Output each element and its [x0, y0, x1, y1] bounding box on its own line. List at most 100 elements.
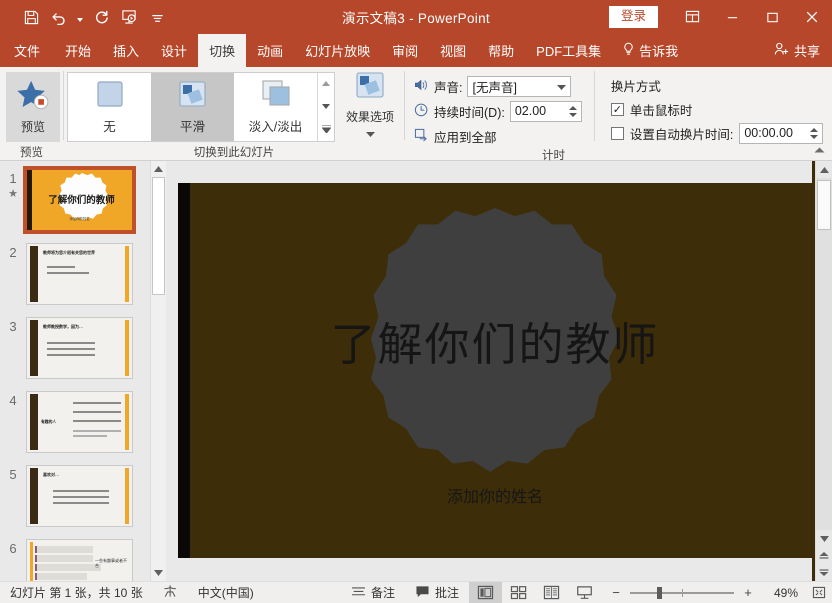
zoom-out-button[interactable]: − — [609, 585, 623, 600]
tab-file[interactable]: 文件 — [0, 34, 54, 67]
slide-thumbnail-2[interactable]: 2 教师将为您介绍有关您的世界 — [0, 243, 150, 307]
advance-after-input[interactable]: 00:00.00 — [739, 123, 823, 144]
slide-subtitle-placeholder[interactable]: 添加你的姓名 — [178, 483, 812, 507]
save-icon[interactable] — [18, 5, 44, 29]
tab-insert[interactable]: 插入 — [102, 34, 150, 67]
slide-thumb-frame-3[interactable]: 教师教授数学，因为… — [26, 317, 133, 379]
gallery-scrollbar[interactable] — [317, 73, 334, 141]
slide-thumbnail-3[interactable]: 3 教师教授数学，因为… — [0, 317, 150, 381]
stage-scroll-down-icon[interactable] — [816, 530, 832, 547]
view-reading-button[interactable] — [535, 582, 568, 603]
slide-thumb-frame-5[interactable]: 喜欢对… — [26, 465, 133, 527]
duration-input[interactable]: 02.00 — [510, 101, 582, 122]
stage-scroll-track[interactable] — [816, 178, 832, 530]
customize-qat-icon[interactable] — [144, 5, 170, 29]
tell-me-box[interactable]: 告诉我 — [612, 34, 688, 67]
duration-label: 持续时间(D): — [434, 102, 505, 121]
thumbnail-scroll-down-icon[interactable] — [151, 565, 166, 581]
on-mouse-click-checkbox[interactable]: ✓ — [611, 103, 624, 116]
tab-view[interactable]: 视图 — [429, 34, 477, 67]
status-bar: 幻灯片 第 1 张，共 10 张 中文(中国) 备注 批注 — [0, 581, 832, 603]
zoom-percent-label[interactable]: 49% — [762, 586, 798, 600]
thumbnail-pane-scrollbar[interactable] — [150, 161, 166, 581]
thumb2-right-bar — [125, 246, 129, 302]
gallery-scroll-up[interactable] — [318, 73, 334, 96]
slide-canvas[interactable]: 了解你们的教师 添加你的姓名 — [178, 183, 812, 558]
preview-button[interactable]: 预览 — [6, 72, 60, 142]
sound-select[interactable]: [无声音] — [467, 76, 571, 97]
transition-fade[interactable]: 淡入/淡出 — [234, 73, 317, 141]
view-slide-show-button[interactable] — [568, 582, 601, 603]
comment-bubble-icon — [415, 585, 430, 601]
slide-thumbnail-5[interactable]: 5 喜欢对… — [0, 465, 150, 529]
slide-number-5: 5 — [0, 465, 26, 482]
zoom-slider[interactable] — [630, 592, 734, 594]
tab-pdf-tools[interactable]: PDF工具集 — [525, 34, 612, 67]
gallery-scroll-down[interactable] — [318, 95, 334, 118]
next-slide-icon[interactable] — [816, 564, 832, 581]
ribbon-group-preview: 预览 预览 — [0, 67, 63, 160]
tab-animations[interactable]: 动画 — [246, 34, 294, 67]
tab-review[interactable]: 审阅 — [381, 34, 429, 67]
view-slide-sorter-button[interactable] — [502, 582, 535, 603]
minimize-button[interactable] — [712, 0, 752, 34]
apply-to-all-row[interactable]: 应用到全部 — [414, 125, 582, 147]
transition-morph[interactable]: 平滑 — [151, 73, 234, 141]
apply-all-icon — [414, 128, 429, 145]
timing-inner-divider — [594, 71, 595, 141]
language-indicator[interactable]: 中文(中国) — [188, 582, 264, 603]
slide-thumb-frame-6[interactable]: 一些有趣事或者不合 — [26, 539, 133, 581]
transition-morph-label: 平滑 — [180, 116, 205, 135]
tab-transitions[interactable]: 切换 — [198, 34, 246, 67]
share-button[interactable]: 共享 — [768, 34, 832, 67]
collapse-ribbon-button[interactable] — [813, 145, 826, 157]
thumbnail-scroll-thumb[interactable] — [152, 177, 165, 295]
redo-icon[interactable] — [88, 5, 114, 29]
ribbon-display-options-icon[interactable] — [672, 0, 712, 34]
thumb3-heading: 教师教授数学，因为… — [43, 324, 122, 330]
undo-icon[interactable] — [46, 5, 72, 29]
stage-scroll-thumb[interactable] — [817, 180, 831, 230]
sign-in-button[interactable]: 登录 — [609, 6, 658, 28]
start-slideshow-icon[interactable] — [116, 5, 142, 29]
zoom-in-button[interactable]: + — [741, 585, 755, 600]
slide-thumb-frame-2[interactable]: 教师将为您介绍有关您的世界 — [26, 243, 133, 305]
thumbnail-scroll-track[interactable] — [151, 177, 166, 565]
previous-slide-icon[interactable] — [816, 547, 832, 564]
slide-thumbnail-6[interactable]: 6 一些有趣事或者不合 — [0, 539, 150, 581]
stage-vertical-scrollbar[interactable] — [815, 161, 832, 581]
accessibility-checker-button[interactable] — [153, 582, 188, 603]
zoom-slider-handle[interactable] — [657, 587, 662, 599]
thumbnail-scroll-up-icon[interactable] — [151, 161, 166, 177]
slide-thumb-frame-1[interactable]: 了解你们的教师 添加你的姓名 — [26, 169, 133, 231]
on-mouse-click-row[interactable]: ✓ 单击鼠标时 — [611, 99, 823, 119]
zoom-control[interactable]: − + 49% — [601, 585, 806, 600]
slide-thumbnail-1[interactable]: 1 ★ 了解你们的教师 添加你的姓名 — [0, 169, 150, 233]
slide-thumbnail-4[interactable]: 4 有趣的人 — [0, 391, 150, 455]
tab-design[interactable]: 设计 — [150, 34, 198, 67]
advance-after-row[interactable]: 设置自动换片时间: 00:00.00 — [611, 123, 823, 143]
tab-home[interactable]: 开始 — [54, 34, 102, 67]
gallery-more-icon[interactable] — [318, 118, 334, 141]
fit-slide-to-window-button[interactable] — [806, 582, 832, 603]
notes-button[interactable]: 备注 — [341, 582, 405, 603]
maximize-button[interactable] — [752, 0, 792, 34]
accessibility-icon — [163, 584, 178, 601]
tab-slideshow[interactable]: 幻灯片放映 — [294, 34, 381, 67]
slide-editing-stage: 了解你们的教师 添加你的姓名 — [166, 161, 832, 581]
stage-scroll-up-icon[interactable] — [816, 161, 832, 178]
slide-counter[interactable]: 幻灯片 第 1 张，共 10 张 — [0, 582, 153, 603]
duration-spinner[interactable] — [569, 103, 579, 120]
close-button[interactable] — [792, 0, 832, 34]
advance-after-checkbox[interactable] — [611, 127, 624, 140]
transition-none[interactable]: 无 — [68, 73, 151, 141]
slide-thumb-frame-4[interactable]: 有趣的人 — [26, 391, 133, 453]
undo-dropdown-icon[interactable] — [74, 5, 86, 29]
tab-help[interactable]: 帮助 — [477, 34, 525, 67]
effect-options-button[interactable]: 效果选项 — [339, 72, 401, 142]
advance-after-spinner[interactable] — [810, 125, 820, 142]
effect-options-icon — [350, 71, 390, 110]
slide-title-placeholder[interactable]: 了解你们的教师 — [186, 308, 804, 373]
comments-button[interactable]: 批注 — [405, 582, 469, 603]
view-normal-button[interactable] — [469, 582, 502, 603]
